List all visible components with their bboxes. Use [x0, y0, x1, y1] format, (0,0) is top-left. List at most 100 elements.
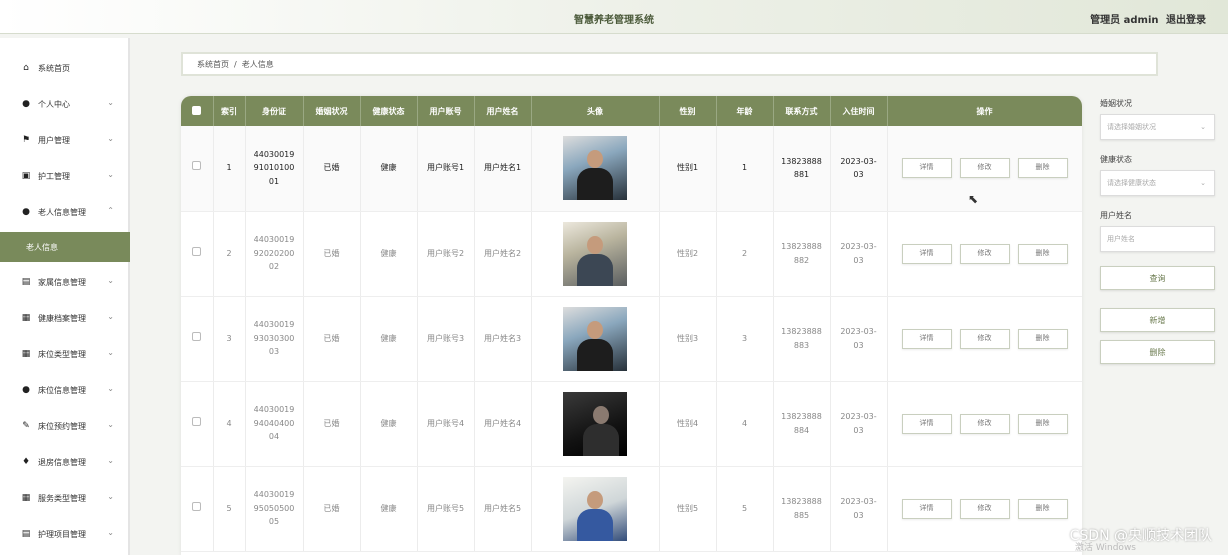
printer-icon: ▣: [21, 171, 31, 181]
sidebar-item-care-project-management[interactable]: ▤ 护理项目管理 ⌄: [0, 516, 128, 552]
table-row: 4 44030019 94040400 04 已婚 健康 用户账号4 用户姓名4 性…: [181, 381, 1082, 467]
column-header: 性别: [659, 96, 717, 126]
avatar[interactable]: [563, 391, 627, 456]
delete-button[interactable]: 删除: [1017, 328, 1068, 349]
user-icon: ●: [22, 207, 30, 217]
marital-status-cell: 已婚: [303, 126, 361, 212]
name-cell: 用户姓名5: [474, 466, 532, 552]
delete-button[interactable]: 删除: [1017, 498, 1068, 519]
row-checkbox[interactable]: [192, 246, 202, 256]
sidebar-item-user-management[interactable]: ⚑ 用户管理 ⌄: [0, 122, 128, 158]
row-select-cell[interactable]: [181, 126, 214, 212]
sidebar-item-health-record-management[interactable]: ▦ 健康档案管理 ⌄: [0, 300, 128, 336]
column-header: 索引: [213, 96, 246, 126]
detail-button[interactable]: 详情: [901, 243, 952, 264]
avatar[interactable]: [563, 136, 627, 201]
name-search-input[interactable]: 用户姓名: [1100, 226, 1215, 252]
id-card-part: 93030300: [253, 333, 295, 343]
elder-info-table: 索引 身份证 婚姻状况 健康状态 用户账号 用户姓名 头像 性别 年龄 联系方式…: [181, 96, 1082, 555]
gender-cell: 性别3: [659, 296, 717, 382]
home-icon: ⌂: [23, 63, 29, 73]
detail-button[interactable]: 详情: [901, 498, 952, 519]
row-select-cell[interactable]: [181, 381, 214, 467]
row-select-cell[interactable]: [181, 296, 214, 382]
sidebar-item-service-type-management[interactable]: ▦ 服务类型管理 ⌄: [0, 480, 128, 516]
gender-cell: 性别1: [659, 126, 717, 212]
id-card-part: 44030019: [253, 235, 295, 245]
edit-icon: ✎: [22, 421, 30, 431]
sidebar-item-label: 护工管理: [38, 171, 70, 181]
delete-button[interactable]: 删除: [1017, 413, 1068, 434]
logout-link[interactable]: 退出登录: [1166, 15, 1206, 26]
checkin-date-cell: 2023-03- 03: [830, 296, 888, 382]
sidebar-item-bed-booking-management[interactable]: ✎ 床位预约管理 ⌄: [0, 408, 128, 444]
edit-button[interactable]: 修改: [959, 328, 1010, 349]
app-title: 智慧养老管理系统: [574, 15, 654, 26]
gender-cell: 性别2: [659, 211, 717, 297]
row-checkbox[interactable]: [192, 331, 202, 341]
sidebar-item-label: 个人中心: [38, 99, 70, 109]
health-status-cell: 健康: [360, 211, 418, 297]
detail-button[interactable]: 详情: [901, 158, 952, 179]
row-checkbox[interactable]: [192, 416, 202, 426]
sidebar-item-family-management[interactable]: ▤ 家属信息管理 ⌄: [0, 264, 128, 300]
csdn-watermark: CSDN @央顺技术团队: [1069, 528, 1212, 544]
detail-button[interactable]: 详情: [901, 328, 952, 349]
edit-button[interactable]: 修改: [959, 498, 1010, 519]
avatar[interactable]: [563, 221, 627, 286]
row-select-cell[interactable]: [181, 466, 214, 552]
marital-status-cell: 已婚: [303, 381, 361, 467]
batch-delete-button[interactable]: 删除: [1100, 340, 1215, 364]
avatar[interactable]: [563, 476, 627, 541]
sidebar-item-bed-type-management[interactable]: ▦ 床位类型管理 ⌄: [0, 336, 128, 372]
avatar[interactable]: [563, 306, 627, 371]
sidebar-item-checkout-management[interactable]: ♦ 退房信息管理 ⌄: [0, 444, 128, 480]
checkin-date-cell: 2023-03- 03: [830, 381, 888, 467]
avatar-cell: [531, 296, 660, 382]
index-cell: 3: [213, 296, 246, 382]
select-all-checkbox[interactable]: [192, 105, 202, 115]
phone-cell: 13823888 882: [773, 211, 831, 297]
sidebar-item-elder-info-management[interactable]: ● 老人信息管理 ⌃: [0, 194, 128, 230]
table-row: 1 44030019 91010100 01 已婚 健康 用户账号1 用户姓名1 性…: [181, 126, 1082, 212]
sidebar-subitem-elder-info[interactable]: 老人信息: [0, 232, 130, 262]
actions-cell: 详情 修改 删除: [887, 126, 1082, 212]
chevron-down-icon: ⌄: [1200, 179, 1206, 187]
detail-button[interactable]: 详情: [901, 413, 952, 434]
row-checkbox[interactable]: [192, 161, 202, 171]
marital-status-select[interactable]: 请选择婚姻状况 ⌄: [1100, 114, 1215, 140]
marital-filter-label: 婚姻状况: [1100, 99, 1132, 108]
add-button[interactable]: 新增: [1100, 308, 1215, 332]
sidebar-item-caregiver-management[interactable]: ▣ 护工管理 ⌄: [0, 158, 128, 194]
sidebar-item-label: 床位信息管理: [38, 385, 86, 395]
select-all-header[interactable]: [181, 96, 214, 126]
search-button[interactable]: 查询: [1100, 266, 1215, 290]
edit-button[interactable]: 修改: [959, 413, 1010, 434]
sidebar-item-bed-info-management[interactable]: ● 床位信息管理 ⌄: [0, 372, 128, 408]
chevron-down-icon: ⌄: [107, 134, 114, 143]
phone-part: 882: [793, 255, 810, 265]
edit-button[interactable]: 修改: [959, 158, 1010, 179]
column-header: 用户账号: [417, 96, 475, 126]
chevron-down-icon: ⌄: [107, 420, 114, 429]
row-select-cell[interactable]: [181, 211, 214, 297]
health-status-select[interactable]: 请选择健康状态 ⌄: [1100, 170, 1215, 196]
sidebar-item-home[interactable]: ⌂ 系统首页: [0, 50, 128, 86]
marital-status-cell: 已婚: [303, 211, 361, 297]
row-checkbox[interactable]: [192, 501, 202, 511]
marital-select-placeholder: 请选择婚姻状况: [1107, 123, 1156, 131]
name-cell: 用户姓名4: [474, 381, 532, 467]
id-card-cell: 44030019 95050500 05: [245, 466, 304, 552]
edit-button[interactable]: 修改: [959, 243, 1010, 264]
delete-button[interactable]: 删除: [1017, 158, 1068, 179]
sidebar-item-label: 护理项目管理: [38, 529, 86, 539]
breadcrumb-home[interactable]: 系统首页: [197, 59, 229, 70]
health-status-cell: 健康: [360, 126, 418, 212]
delete-button[interactable]: 删除: [1017, 243, 1068, 264]
date-part: 2023-03-: [840, 496, 877, 506]
column-header: 婚姻状况: [303, 96, 361, 126]
sidebar-item-personal-center[interactable]: ● 个人中心 ⌄: [0, 86, 128, 122]
age-cell: 4: [716, 381, 774, 467]
id-card-part: 03: [268, 347, 280, 357]
phone-part: 13823888: [781, 156, 822, 166]
